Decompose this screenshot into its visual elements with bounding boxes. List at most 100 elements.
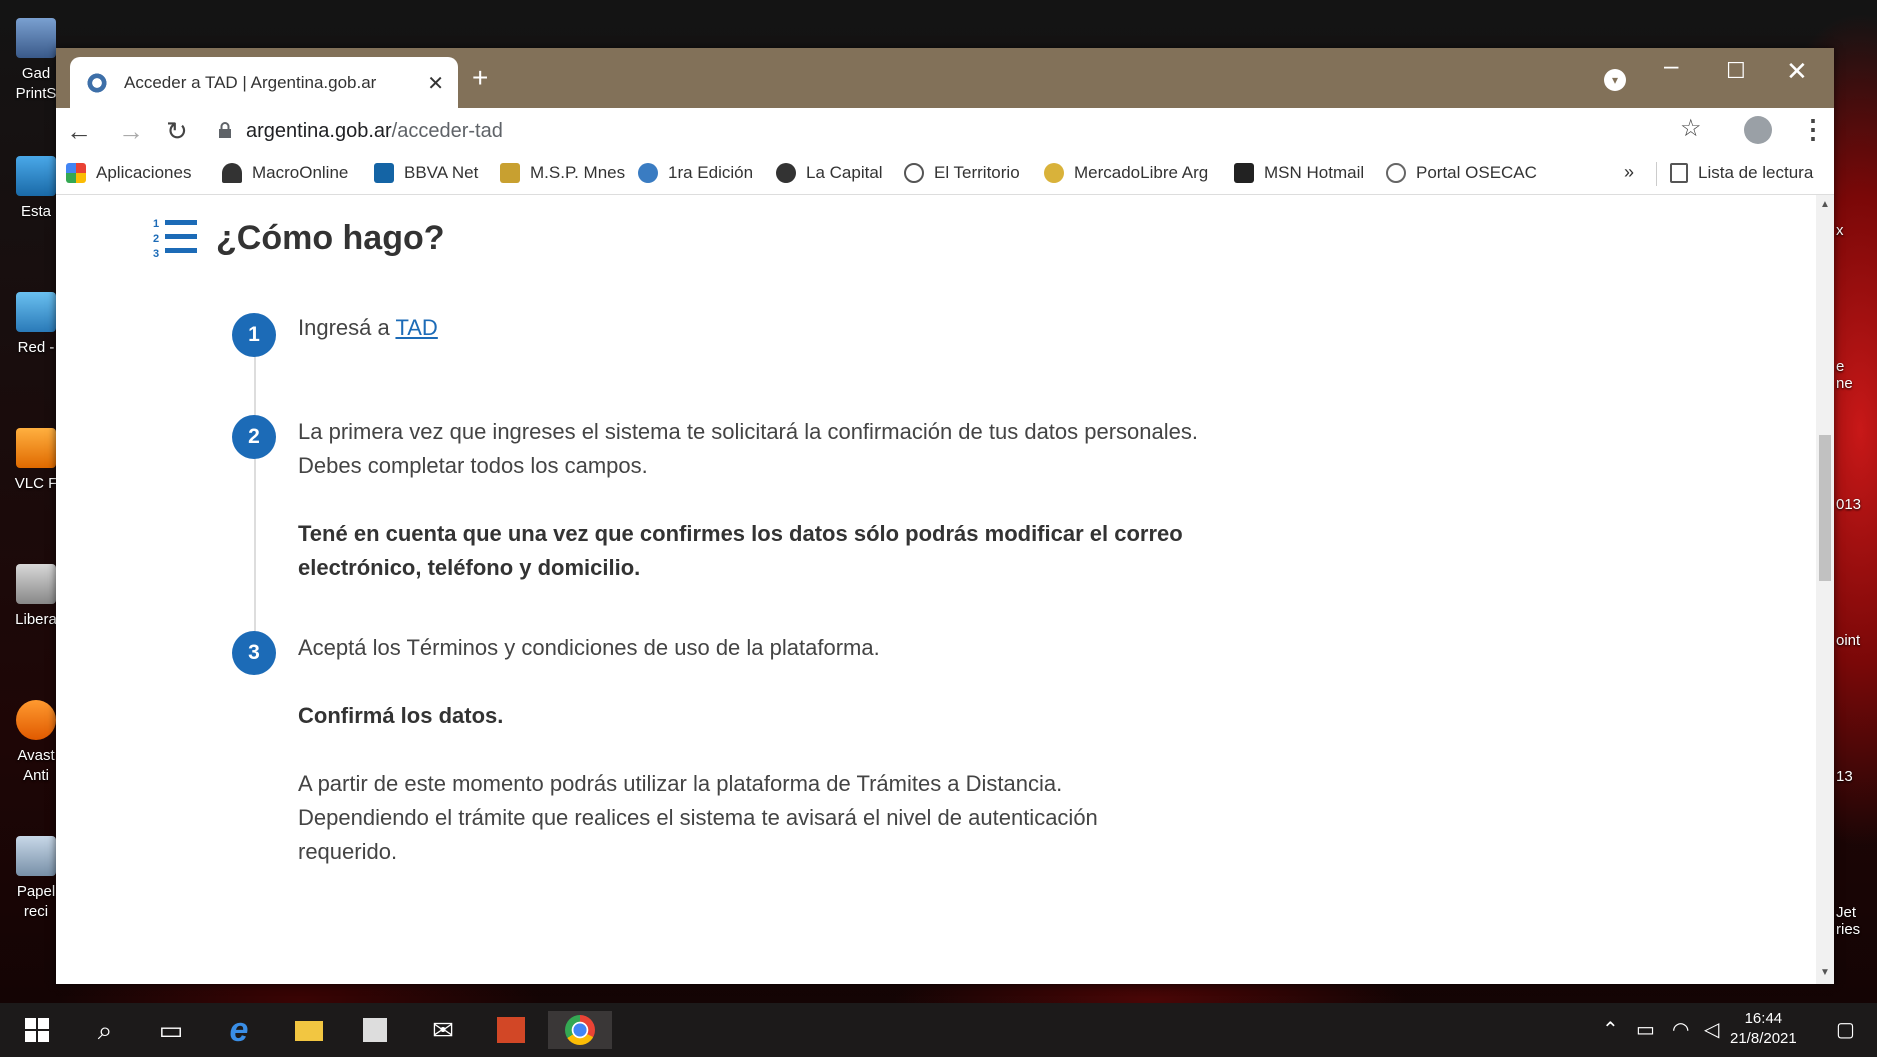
bookmark-aplicaciones[interactable]: Aplicaciones [66, 163, 191, 183]
step-3-confirm: Confirmá los datos. [298, 703, 504, 728]
desktop-fragment: oint [1836, 632, 1861, 649]
scrollbar-thumb[interactable] [1819, 435, 1831, 581]
bookmarks-overflow-button[interactable]: » [1624, 162, 1634, 183]
desktop-icon-label: Esta [20, 203, 51, 220]
bookmark-label: La Capital [806, 163, 883, 182]
url-path: /acceder-tad [391, 120, 503, 142]
desktop-fragment: 13 [1836, 768, 1853, 785]
bookmark-msp[interactable]: M.S.P. Mnes [500, 163, 625, 183]
svg-text:2: 2 [153, 233, 159, 245]
bookmark-label: Aplicaciones [96, 163, 192, 182]
desktop-icon-label: Papel reci [16, 883, 56, 920]
maximize-icon[interactable]: ☐ [1726, 58, 1746, 84]
bookmark-star-icon[interactable]: ☆ [1680, 114, 1702, 143]
step-3-para-3: requerido. [298, 839, 398, 864]
la-capital-icon [776, 163, 796, 183]
liberation-icon [16, 564, 56, 604]
lock-icon [219, 122, 231, 138]
reading-list-button[interactable]: Lista de lectura [1670, 163, 1813, 183]
mail-icon[interactable]: ✉ [424, 1011, 462, 1049]
battery-icon[interactable]: ▭ [1636, 1017, 1655, 1042]
tab-close-icon[interactable]: ✕ [427, 71, 444, 96]
browser-tab[interactable]: Acceder a TAD | Argentina.gob.ar ✕ [70, 57, 458, 108]
desktop-icon-label: Red - [17, 339, 55, 356]
taskbar-clock[interactable]: 16:44 21/8/2021 [1730, 1009, 1797, 1049]
edge-icon[interactable]: e [220, 1011, 258, 1049]
file-explorer-icon[interactable] [290, 1011, 328, 1049]
step-number-2: 2 [232, 415, 276, 459]
svg-text:3: 3 [153, 248, 159, 260]
numbered-list-icon: 1 2 3 [153, 218, 197, 260]
chrome-profile-icon[interactable]: ▾ [1604, 69, 1626, 91]
bookmarks-divider [1656, 162, 1657, 186]
recycle-bin-icon [16, 836, 56, 876]
step-2-warning-line-1: Tené en cuenta que una vez que confirmes… [298, 521, 1183, 546]
tad-link[interactable]: TAD [395, 315, 437, 340]
bookmark-portal-osecac[interactable]: Portal OSECAC [1386, 163, 1537, 183]
step-number-3: 3 [232, 631, 276, 675]
bookmark-mercadolibre[interactable]: MercadoLibre Arg [1044, 163, 1208, 183]
step-3-para-1: A partir de este momento podrás utilizar… [298, 771, 1063, 796]
scroll-down-icon[interactable]: ▼ [1820, 967, 1830, 978]
this-pc-icon [16, 156, 56, 196]
forward-icon[interactable]: → [118, 116, 144, 147]
bookmark-la-capital[interactable]: La Capital [776, 163, 883, 183]
apps-grid-icon [66, 163, 86, 183]
printer-shortcut-icon [16, 18, 56, 58]
volume-icon[interactable]: ◁ [1704, 1017, 1719, 1042]
new-tab-button[interactable]: + [472, 62, 488, 94]
menu-kebab-icon[interactable]: ⋮ [1800, 114, 1826, 145]
store-icon[interactable] [356, 1011, 394, 1049]
bookmark-label: 1ra Edición [668, 163, 754, 182]
clock-date: 21/8/2021 [1730, 1030, 1797, 1047]
step-2-line-2: Debes completar todos los campos. [298, 453, 648, 478]
macro-icon [222, 163, 242, 183]
wifi-icon[interactable]: ◠ [1672, 1017, 1689, 1042]
page-content: 1 2 3 ¿Cómo hago? 1 Ingresá a TAD 2 La p… [56, 195, 1816, 984]
task-view-icon[interactable]: ▭ [152, 1011, 190, 1049]
powerpoint-icon[interactable] [492, 1011, 530, 1049]
step-number-1: 1 [232, 313, 276, 357]
search-icon[interactable]: ⌕ [86, 1011, 124, 1049]
reload-icon[interactable]: ↻ [166, 116, 188, 147]
bbva-icon [374, 163, 394, 183]
minimize-icon[interactable]: – [1664, 50, 1678, 81]
bookmark-el-territorio[interactable]: El Territorio [904, 163, 1020, 183]
bookmark-msn-hotmail[interactable]: MSN Hotmail [1234, 163, 1364, 183]
bookmarks-bar: Aplicaciones MacroOnline BBVA Net M.S.P.… [56, 154, 1834, 195]
osecac-icon [1386, 163, 1406, 183]
bookmark-label: El Territorio [934, 163, 1020, 182]
page-scrollbar[interactable]: ▲ ▼ [1816, 195, 1834, 984]
tray-expand-icon[interactable]: ⌃ [1602, 1017, 1619, 1042]
browser-window: Acceder a TAD | Argentina.gob.ar ✕ + ▾ –… [56, 48, 1834, 984]
windows-start-icon[interactable] [18, 1011, 56, 1049]
back-icon[interactable]: ← [66, 116, 92, 147]
notifications-icon[interactable]: ▢ [1836, 1017, 1855, 1042]
bookmark-label: MSN Hotmail [1264, 163, 1365, 182]
step-1-label: Ingresá a [298, 315, 396, 340]
reading-list-label: Lista de lectura [1698, 163, 1814, 182]
argentina-favicon-icon [86, 71, 108, 94]
address-bar[interactable]: argentina.gob.ar/acceder-tad [206, 114, 1676, 148]
step-3-line-1: Aceptá los Términos y condiciones de uso… [298, 635, 880, 660]
avast-icon [16, 700, 56, 740]
bookmark-bbva[interactable]: BBVA Net [374, 163, 478, 183]
taskbar: ⌕ ▭ e ✉ ⌃ ▭ ◠ ◁ 16:44 21/8/2021 ▢ [0, 1003, 1877, 1057]
step-3-para-2: Dependiendo el trámite que realices el s… [298, 805, 1098, 830]
msp-icon [500, 163, 520, 183]
bookmark-1ra-edicion[interactable]: 1ra Edición [638, 163, 753, 183]
profile-avatar-icon[interactable] [1744, 116, 1772, 144]
bookmark-label: BBVA Net [404, 163, 479, 182]
bookmark-macroonline[interactable]: MacroOnline [222, 163, 348, 183]
desktop-fragment: e ne [1836, 358, 1853, 392]
step-2-warning-line-2: electrónico, teléfono y domicilio. [298, 555, 641, 580]
title-bar: Acceder a TAD | Argentina.gob.ar ✕ + ▾ –… [56, 48, 1834, 108]
scroll-up-icon[interactable]: ▲ [1820, 199, 1830, 210]
clock-time: 16:44 [1744, 1010, 1783, 1027]
close-window-icon[interactable]: ✕ [1786, 56, 1808, 87]
desktop-fragment: Jet ries [1836, 904, 1861, 938]
desktop-icon-label: Avast Anti [17, 747, 55, 784]
bookmark-label: MacroOnline [252, 163, 349, 182]
desktop-fragment: 013 [1836, 496, 1862, 513]
chrome-icon[interactable] [548, 1011, 612, 1049]
